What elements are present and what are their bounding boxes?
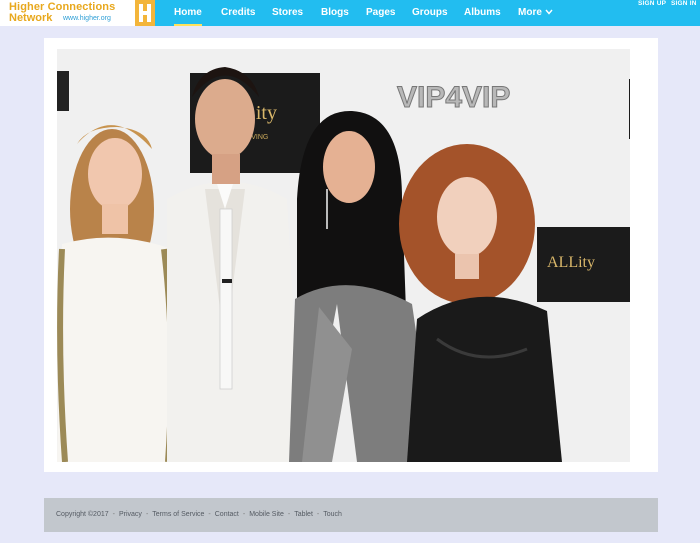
nav-credits[interactable]: Credits — [221, 0, 255, 26]
logo-h-crossbar — [139, 11, 151, 15]
nav-albums[interactable]: Albums — [464, 0, 501, 26]
nav-home[interactable]: Home — [174, 0, 202, 26]
backdrop-vip-text: VIP4VIP — [397, 81, 510, 114]
sign-up-link[interactable]: SIGN UP — [638, 0, 666, 26]
footer-link-tablet[interactable]: Tablet — [294, 511, 313, 518]
photo-illustration: ALLity CONNECT LIVING VIP4VIP ALLity — [57, 49, 630, 462]
nav-pages[interactable]: Pages — [366, 0, 395, 26]
site-logo[interactable]: Higher Connections Network www.higher.or… — [0, 0, 155, 26]
footer-links-row: Copyright ©2017- Privacy - Terms of Service… — [56, 511, 342, 518]
top-navigation-bar: Higher Connections Network www.higher.or… — [0, 0, 700, 26]
footer-link-privacy[interactable]: Privacy — [119, 511, 142, 518]
logo-title-line2: Network — [9, 12, 53, 24]
footer-separator: - — [316, 511, 320, 518]
album-photo[interactable]: ALLity CONNECT LIVING VIP4VIP ALLity — [57, 49, 630, 462]
footer-separator: - — [208, 511, 211, 518]
footer-separator: - — [145, 511, 149, 518]
footer-link-touch[interactable]: Touch — [323, 511, 342, 518]
footer-separator: - — [287, 511, 291, 518]
sign-in-link[interactable]: SIGN IN — [671, 0, 697, 26]
nav-more[interactable]: More — [518, 0, 553, 26]
footer-separator: - — [242, 511, 246, 518]
footer-separator: - — [112, 511, 115, 518]
chevron-down-icon — [545, 9, 553, 15]
footer-copyright: Copyright ©2017 — [56, 511, 109, 518]
logo-url: www.higher.org — [63, 15, 111, 22]
backdrop-logo-text-2: ALLity — [547, 254, 595, 271]
footer-link-contact[interactable]: Contact — [215, 511, 239, 518]
footer-link-mobile-site[interactable]: Mobile Site — [249, 511, 284, 518]
footer-link-terms[interactable]: Terms of Service — [152, 511, 204, 518]
site-footer: Copyright ©2017- Privacy - Terms of Service… — [44, 498, 658, 532]
nav-stores[interactable]: Stores — [272, 0, 303, 26]
nav-more-label: More — [518, 7, 542, 18]
nav-blogs[interactable]: Blogs — [321, 0, 349, 26]
nav-groups[interactable]: Groups — [412, 0, 448, 26]
